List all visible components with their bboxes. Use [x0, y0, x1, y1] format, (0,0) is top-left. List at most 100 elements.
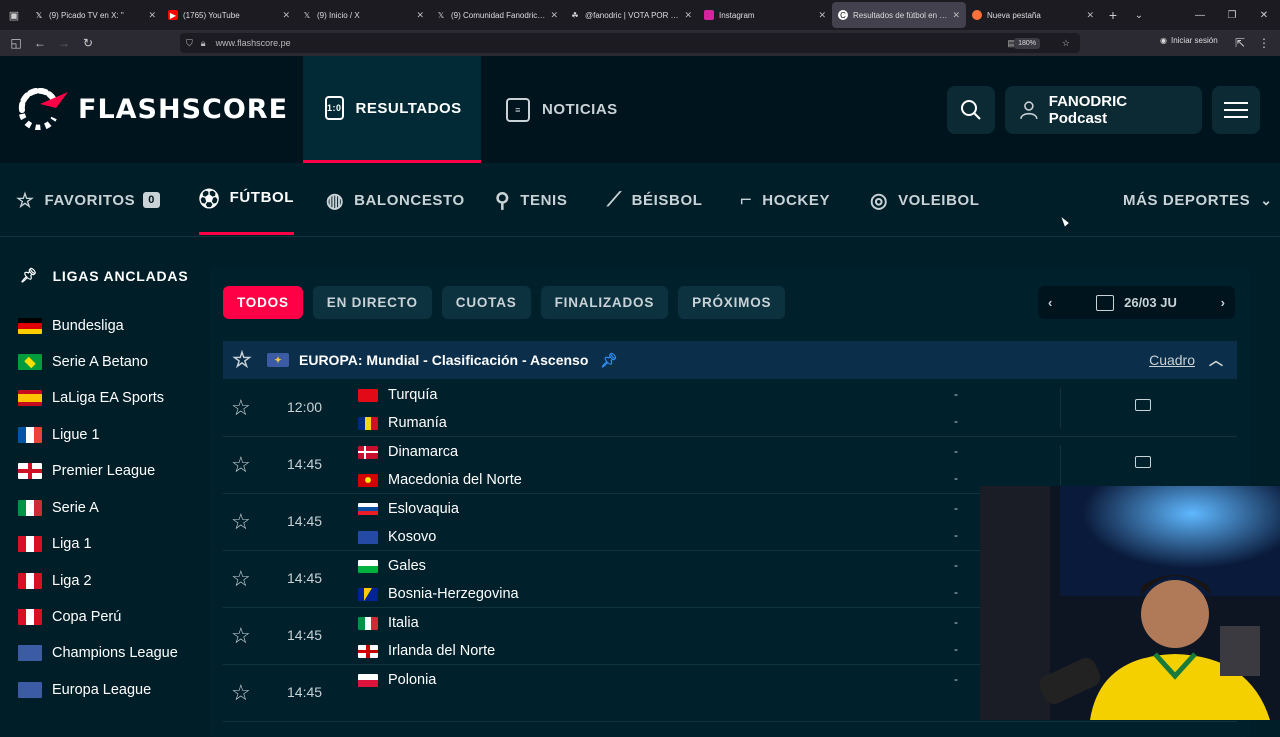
bracket-link[interactable]: Cuadro: [1149, 352, 1195, 368]
browser-tab[interactable]: Instagram ✕: [698, 0, 832, 30]
star-icon[interactable]: ☆: [231, 452, 251, 478]
league-item[interactable]: Serie A Betano: [18, 350, 148, 374]
close-icon[interactable]: ✕: [550, 10, 558, 21]
browser-tab[interactable]: 𝕏 (9) Picado TV en X: " ✕: [28, 0, 162, 30]
tab-list-icon[interactable]: ▣: [0, 0, 28, 30]
close-icon[interactable]: ✕: [952, 10, 960, 21]
pin-icon: 📌︎: [20, 267, 39, 283]
browser-tab[interactable]: Nueva pestaña ✕: [966, 0, 1100, 30]
away-team: Irlanda del Norte: [358, 641, 495, 661]
league-item[interactable]: Liga 2: [18, 569, 92, 593]
competition-name[interactable]: EUROPA: Mundial - Clasificación - Ascens…: [299, 352, 588, 368]
away-score: -: [954, 414, 958, 428]
star-icon[interactable]: ☆: [231, 623, 251, 649]
pin-icon[interactable]: 📌︎: [600, 352, 618, 369]
competition-header: ☆ ✦ EUROPA: Mundial - Clasificación - As…: [223, 341, 1237, 379]
england-flag-icon: [18, 463, 42, 479]
browser-tab[interactable]: ☘ @fanodric | VOTA POR TU ✕: [564, 0, 698, 30]
chevron-up-icon[interactable]: ︿: [1209, 350, 1223, 370]
zoom-level[interactable]: 180%: [1014, 37, 1040, 49]
search-icon: [961, 100, 981, 120]
league-item[interactable]: Liga 1: [18, 532, 92, 556]
sport-basketball[interactable]: ◍ BALONCESTO: [326, 163, 465, 237]
browser-tab[interactable]: ▶ (1765) YouTube ✕: [162, 0, 296, 30]
close-icon[interactable]: ✕: [684, 10, 692, 21]
date-picker: ‹ 26/03 JU ›: [1038, 286, 1235, 319]
away-team: Rumanía: [358, 413, 447, 433]
league-item[interactable]: Premier League: [18, 459, 155, 483]
sidebar-toggle-icon[interactable]: ◱: [4, 36, 28, 50]
back-icon[interactable]: ←: [28, 36, 52, 50]
close-icon[interactable]: ✕: [416, 10, 424, 21]
sport-tennis[interactable]: ⚲ TENIS: [495, 163, 567, 237]
close-window-icon[interactable]: ✕: [1248, 0, 1280, 30]
home-team: Polonia: [358, 670, 436, 690]
sport-football[interactable]: ⚽︎ FÚTBOL: [199, 163, 295, 235]
browser-tab[interactable]: 𝕏 (9) Comunidad Fanodric Ar ✕: [430, 0, 564, 30]
menu-icon[interactable]: ⋮: [1252, 36, 1276, 50]
league-item[interactable]: Bundesliga: [18, 314, 124, 338]
url-bar[interactable]: ⛉ 🔒︎ www.flashscore.pe ▤ 180% ☆: [180, 33, 1080, 53]
bookmark-star-icon[interactable]: ☆: [1062, 38, 1070, 49]
chevron-down-icon[interactable]: ⌄: [1126, 10, 1152, 21]
match-time: 14:45: [287, 684, 323, 700]
sport-hockey[interactable]: ⌐ HOCKEY: [740, 163, 830, 237]
date-label[interactable]: 26/03 JU: [1124, 295, 1177, 310]
next-day-icon[interactable]: ›: [1221, 295, 1225, 310]
filter-finished[interactable]: FINALIZADOS: [540, 286, 669, 319]
filter-live[interactable]: EN DIRECTO: [312, 286, 432, 319]
sport-baseball[interactable]: ⟋ BÉISBOL: [607, 163, 702, 237]
filter-upcoming[interactable]: PRÓXIMOS: [678, 286, 786, 319]
sports-menu: ☆ FAVORITOS 0 ⚽︎ FÚTBOL ◍ BALONCESTO ⚲ T…: [0, 163, 1280, 237]
sport-favorites[interactable]: ☆ FAVORITOS 0: [16, 163, 160, 237]
tv-icon[interactable]: [1135, 399, 1151, 411]
sport-more[interactable]: MÁS DEPORTES ⌄: [1123, 163, 1273, 237]
league-item[interactable]: Serie A: [18, 496, 99, 520]
star-icon[interactable]: ☆: [223, 347, 261, 373]
flashscore-logo[interactable]: FLASHSCORE: [18, 88, 288, 130]
league-item[interactable]: Europa League: [18, 678, 151, 702]
close-icon[interactable]: ✕: [818, 10, 826, 21]
star-icon[interactable]: ☆: [231, 395, 251, 421]
menu-button[interactable]: [1212, 86, 1260, 134]
browser-tab[interactable]: 𝕏 (9) Inicio / X ✕: [296, 0, 430, 30]
league-item[interactable]: Champions League: [18, 641, 178, 665]
league-item[interactable]: LaLiga EA Sports: [18, 386, 164, 410]
nav-results[interactable]: 1:0 RESULTADOS: [303, 56, 481, 163]
filter-all[interactable]: TODOS: [223, 286, 303, 319]
match-row[interactable]: ☆ 12:00 Turquía Rumanía - -: [223, 380, 1237, 437]
close-icon[interactable]: ✕: [1086, 10, 1094, 21]
extensions-icon[interactable]: ⇱: [1228, 36, 1252, 50]
match-time: 12:00: [287, 399, 323, 415]
home-score: -: [954, 615, 958, 629]
browser-nav-bar: ◱ ← → ↻ ⛉ 🔒︎ www.flashscore.pe ▤ 180% ☆ …: [0, 30, 1280, 56]
reload-icon[interactable]: ↻: [76, 36, 100, 50]
tv-icon[interactable]: [1135, 456, 1151, 468]
star-icon[interactable]: ☆: [231, 566, 251, 592]
world-flag-icon: [18, 682, 42, 698]
filter-odds[interactable]: CUOTAS: [441, 286, 531, 319]
league-item[interactable]: Ligue 1: [18, 423, 100, 447]
signin-button[interactable]: ◉ Iniciar sesión: [1160, 36, 1218, 45]
sport-volleyball[interactable]: ◎ VOLEIBOL: [870, 163, 980, 237]
star-icon[interactable]: ☆: [231, 680, 251, 706]
browser-tab-bar: ▣ 𝕏 (9) Picado TV en X: " ✕ ▶ (1765) YouTub…: [0, 0, 1280, 30]
prev-day-icon[interactable]: ‹: [1048, 295, 1052, 310]
tennis-racket-icon: ⚲: [495, 189, 511, 212]
user-button[interactable]: FANODRIC Podcast: [1005, 86, 1202, 134]
star-icon[interactable]: ☆: [231, 509, 251, 535]
league-item[interactable]: Copa Perú: [18, 605, 121, 629]
browser-tab-active[interactable]: C Resultados de fútbol en viv ✕: [832, 2, 966, 28]
minimize-icon[interactable]: —: [1184, 0, 1216, 30]
nav-news[interactable]: ≡ NOTICIAS: [484, 56, 640, 163]
home-team: Dinamarca: [358, 442, 458, 462]
close-icon[interactable]: ✕: [282, 10, 290, 21]
new-tab-icon[interactable]: +: [1100, 7, 1126, 23]
calendar-icon[interactable]: [1096, 294, 1115, 311]
forward-icon[interactable]: →: [52, 36, 76, 50]
close-icon[interactable]: ✕: [148, 10, 156, 21]
restore-icon[interactable]: ❐: [1216, 0, 1248, 30]
flashscore-logo-icon: [18, 88, 68, 130]
search-button[interactable]: [947, 86, 995, 134]
north-macedonia-flag-icon: [358, 473, 378, 487]
